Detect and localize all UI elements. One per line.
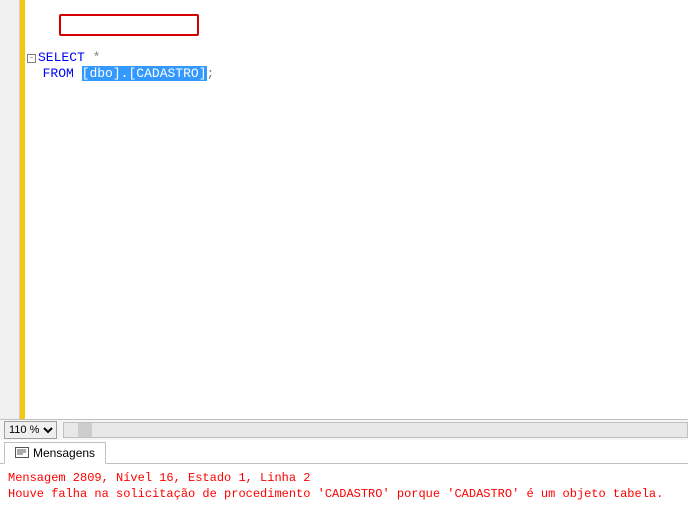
gutter [0, 0, 20, 419]
editor-wrapper: -SELECT * FROM [dbo].[CADASTRO]; 110 % [0, 0, 688, 440]
scrollbar-thumb[interactable] [78, 423, 92, 437]
tab-messages[interactable]: Mensagens [4, 442, 106, 464]
star-operator: * [93, 50, 101, 65]
sql-editor[interactable]: -SELECT * FROM [dbo].[CADASTRO]; [25, 0, 688, 419]
zoom-control[interactable]: 110 % [0, 421, 57, 439]
code-lines: -SELECT * FROM [dbo].[CADASTRO]; [27, 34, 688, 419]
editor-area: -SELECT * FROM [dbo].[CADASTRO]; [0, 0, 688, 419]
selected-table-reference: [dbo].[CADASTRO] [82, 66, 207, 81]
semicolon: ; [207, 66, 215, 81]
keyword-from: FROM [43, 66, 74, 81]
error-header: Mensagem 2809, Nível 16, Estado 1, Linha… [8, 470, 680, 486]
zoom-select[interactable]: 110 % [4, 421, 57, 439]
messages-icon [15, 447, 29, 460]
horizontal-scrollbar[interactable] [63, 422, 688, 438]
keyword-select: SELECT [38, 50, 85, 65]
messages-panel[interactable]: Mensagem 2809, Nível 16, Estado 1, Linha… [0, 464, 688, 508]
highlight-box [59, 14, 199, 36]
tab-messages-label: Mensagens [33, 446, 95, 460]
collapse-toggle-icon[interactable]: - [27, 54, 36, 63]
results-tabs: Mensagens [0, 440, 688, 464]
error-body: Houve falha na solicitação de procedimen… [8, 486, 680, 502]
editor-bottom-bar: 110 % [0, 419, 688, 440]
